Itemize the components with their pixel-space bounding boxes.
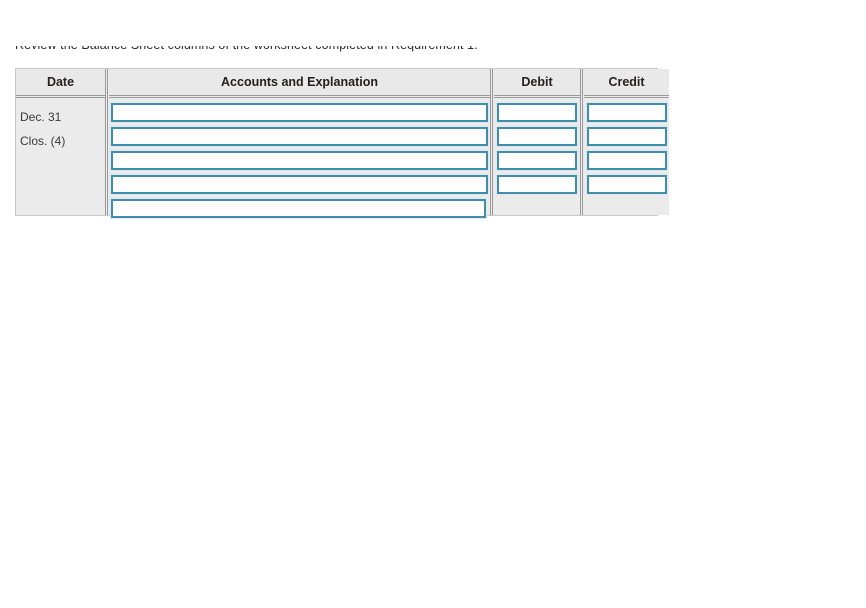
accounts-input-row-5[interactable] [110,198,487,219]
table-row [109,198,490,223]
date-entry-line: Clos. (4) [20,134,66,148]
table-row [109,174,490,199]
accounts-input-row-3[interactable] [110,150,489,171]
table-row [494,126,580,151]
debit-input-row-1[interactable] [496,102,578,123]
debit-empty-row [494,199,580,223]
table-row [109,150,490,175]
column-header-credit: Credit [584,69,669,95]
credit-column-cell [584,99,669,215]
table-row [584,150,669,175]
credit-input-row-1[interactable] [586,102,668,123]
table-row [494,102,580,127]
journal-entry-table: Date Accounts and Explanation Debit Cred… [15,68,669,219]
table-row [494,150,580,175]
column-header-date: Date [16,69,105,95]
accounts-column-cell [109,99,490,219]
table-row [584,126,669,151]
credit-empty-row [584,199,669,223]
column-header-accounts: Accounts and Explanation [109,69,490,95]
table-body: Dec. 31 Clos. (4) [16,99,669,219]
debit-input-row-3[interactable] [496,150,578,171]
credit-input-row-4[interactable] [586,174,668,195]
table-row [584,174,669,199]
debit-column-cell [494,99,580,215]
table-row [494,174,580,199]
debit-input-row-4[interactable] [496,174,578,195]
accounts-input-row-1[interactable] [110,102,489,123]
instruction-text-clipped: Review the Balance Sheet columns of the … [15,46,675,54]
table-row [584,102,669,127]
table-header-row: Date Accounts and Explanation Debit Cred… [16,69,669,95]
instruction-label: Review the Balance Sheet columns of the … [15,46,478,52]
credit-input-row-2[interactable] [586,126,668,147]
table-row [109,126,490,151]
date-entry-line: Dec. 31 [20,110,62,124]
date-column-cell: Dec. 31 Clos. (4) [16,99,105,215]
accounts-input-row-2[interactable] [110,126,489,147]
accounts-input-row-4[interactable] [110,174,489,195]
column-header-debit: Debit [494,69,580,95]
debit-input-row-2[interactable] [496,126,578,147]
table-row [109,102,490,127]
credit-input-row-3[interactable] [586,150,668,171]
